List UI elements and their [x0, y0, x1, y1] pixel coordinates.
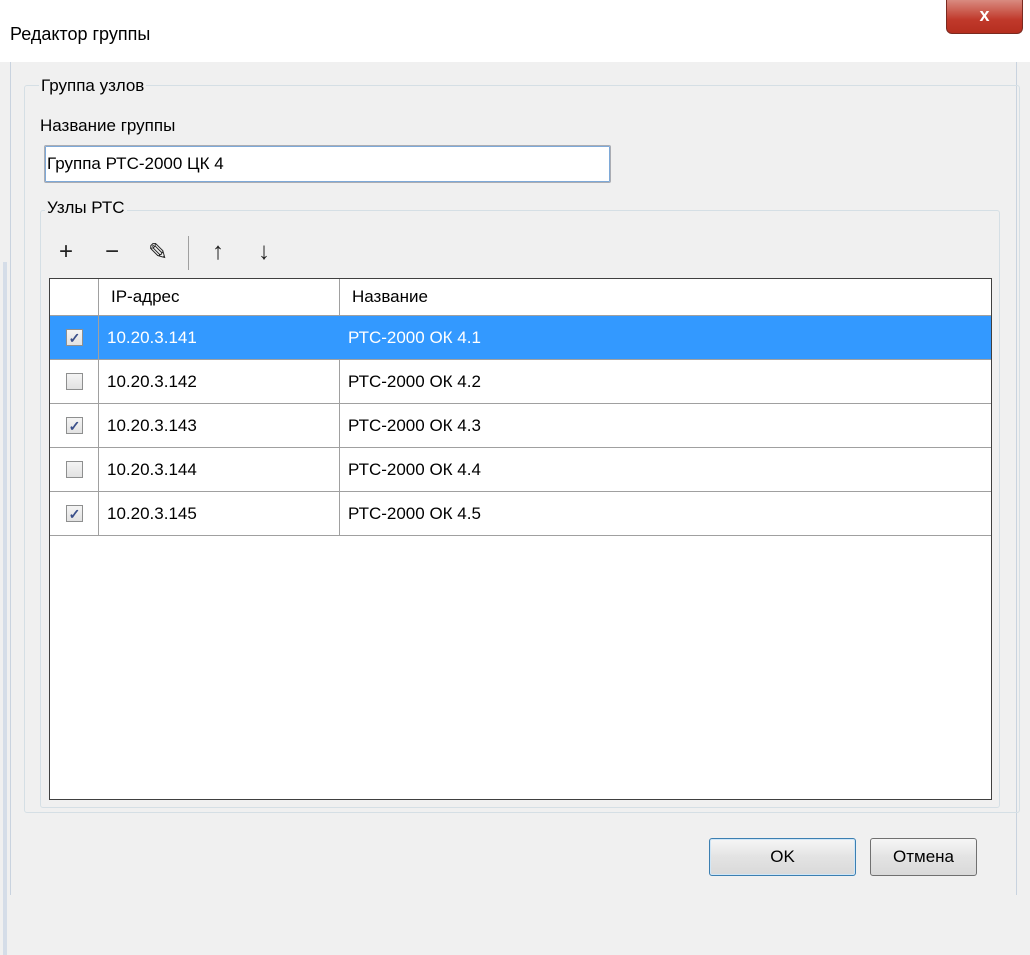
- row-checkbox[interactable]: ✓: [66, 505, 83, 522]
- row-ip-address: 10.20.3.142: [99, 360, 340, 403]
- row-checkbox-cell: ✓: [50, 492, 99, 535]
- row-checkbox-cell: [50, 360, 99, 403]
- row-checkbox-cell: [50, 448, 99, 491]
- remove-node-button[interactable]: −: [98, 234, 126, 270]
- cancel-button[interactable]: Отмена: [870, 838, 977, 876]
- header-ip-address[interactable]: IP-адрес: [99, 279, 340, 315]
- plus-icon: +: [58, 238, 73, 265]
- nodes-grid[interactable]: IP-адрес Название ✓ 10.20.3.141 РТС-2000 О…: [49, 278, 992, 800]
- row-checkbox[interactable]: ✓: [66, 329, 83, 346]
- row-checkbox[interactable]: [66, 461, 83, 478]
- row-checkbox[interactable]: ✓: [66, 417, 83, 434]
- add-node-button[interactable]: +: [52, 234, 80, 270]
- ok-button[interactable]: OK: [709, 838, 856, 876]
- table-row[interactable]: 10.20.3.144 РТС-2000 ОК 4.4: [50, 448, 991, 492]
- table-row[interactable]: ✓ 10.20.3.141 РТС-2000 ОК 4.1: [50, 316, 991, 360]
- close-icon: x: [979, 5, 990, 25]
- arrow-up-icon: ↑: [212, 238, 224, 265]
- move-up-button[interactable]: ↑: [204, 234, 232, 270]
- toolbar-separator: [188, 236, 189, 270]
- grid-header: IP-адрес Название: [50, 279, 991, 316]
- row-ip-address: 10.20.3.141: [99, 316, 340, 359]
- row-ip-address: 10.20.3.143: [99, 404, 340, 447]
- rtc-nodes-legend: Узлы РТС: [45, 198, 127, 218]
- row-name: РТС-2000 ОК 4.4: [348, 460, 481, 479]
- row-name: РТС-2000 ОК 4.1: [348, 328, 481, 347]
- minus-icon: −: [104, 238, 119, 265]
- row-checkbox[interactable]: [66, 373, 83, 390]
- arrow-down-icon: ↓: [258, 238, 270, 265]
- edit-node-button[interactable]: ✎: [144, 234, 172, 270]
- title-bar: Редактор группы x: [0, 0, 1030, 62]
- table-row[interactable]: ✓ 10.20.3.143 РТС-2000 ОК 4.3: [50, 404, 991, 448]
- header-name[interactable]: Название: [340, 279, 991, 315]
- row-name: РТС-2000 ОК 4.5: [348, 504, 481, 523]
- row-name: РТС-2000 ОК 4.3: [348, 416, 481, 435]
- window-frame-left: [0, 62, 11, 955]
- row-checkbox-cell: ✓: [50, 316, 99, 359]
- row-name: РТС-2000 ОК 4.2: [348, 372, 481, 391]
- group-nodes-legend: Группа узлов: [39, 76, 147, 96]
- row-ip-address: 10.20.3.145: [99, 492, 340, 535]
- window-title: Редактор группы: [10, 24, 151, 44]
- table-row[interactable]: 10.20.3.142 РТС-2000 ОК 4.2: [50, 360, 991, 404]
- row-checkbox-cell: ✓: [50, 404, 99, 447]
- move-down-button[interactable]: ↓: [250, 234, 278, 270]
- pencil-icon: ✎: [147, 238, 169, 266]
- close-button[interactable]: x: [946, 0, 1023, 34]
- header-checkbox-column[interactable]: [50, 279, 99, 315]
- group-name-label: Название группы: [40, 116, 176, 135]
- row-ip-address: 10.20.3.144: [99, 448, 340, 491]
- table-row[interactable]: ✓ 10.20.3.145 РТС-2000 ОК 4.5: [50, 492, 991, 536]
- group-name-input[interactable]: [44, 145, 611, 183]
